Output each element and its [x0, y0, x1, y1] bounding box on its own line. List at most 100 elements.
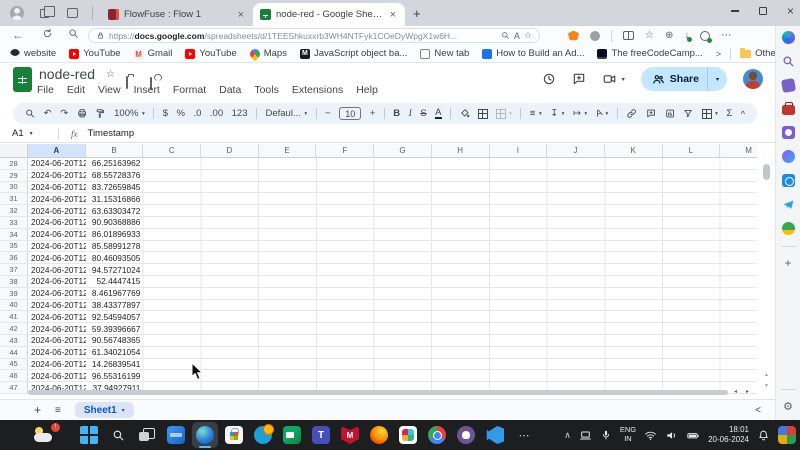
bookmark-item[interactable]: How to Build an Ad...	[482, 48, 584, 59]
taskbar-rewards-icon[interactable]	[250, 422, 276, 448]
add-sidebar-app-icon[interactable]: +	[782, 258, 795, 271]
table-row[interactable]: 332024-06-20T12:290.90368886	[0, 217, 757, 229]
horizontal-scrollbar[interactable]	[28, 390, 728, 396]
decrease-decimals-button[interactable]: .0	[193, 108, 201, 119]
menu-insert[interactable]: Insert	[134, 84, 160, 96]
tab-close-icon[interactable]: ×	[236, 9, 246, 21]
timestamp-cell[interactable]: 2024-06-20T12:2	[28, 264, 86, 275]
row-number-cell[interactable]: 29	[0, 170, 28, 181]
camera-dropdown-icon[interactable]: ▾	[622, 76, 625, 83]
borders-icon[interactable]	[478, 109, 487, 119]
row-number-cell[interactable]: 44	[0, 347, 28, 358]
row-number-cell[interactable]: 32	[0, 205, 28, 216]
spreadsheet-grid[interactable]: 282024-06-20T12:266.25163962292024-06-20…	[0, 158, 757, 394]
paint-format-icon[interactable]	[95, 108, 105, 119]
menu-format[interactable]: Format	[173, 84, 206, 96]
column-header-D[interactable]: D	[201, 144, 259, 157]
collections-icon[interactable]: ⊕	[665, 30, 673, 41]
timestamp-cell[interactable]: 2024-06-20T12:2	[28, 288, 86, 299]
redo-icon[interactable]: ↷	[60, 108, 68, 119]
column-header-J[interactable]: J	[547, 144, 605, 157]
row-number-cell[interactable]: 47	[0, 382, 28, 393]
microphone-tray-icon[interactable]	[600, 429, 612, 441]
timestamp-cell[interactable]: 2024-06-20T12:2	[28, 335, 86, 346]
column-header-I[interactable]: I	[490, 144, 548, 157]
document-title[interactable]: node-red	[39, 66, 95, 82]
taskbar-media-icon[interactable]	[163, 422, 189, 448]
search-sidebar-icon[interactable]	[782, 55, 795, 68]
taskbar-search-icon[interactable]	[105, 422, 131, 448]
value-cell[interactable]: 38.43377897	[86, 300, 144, 311]
bold-button[interactable]: B	[393, 108, 400, 119]
insert-link-icon[interactable]	[626, 108, 637, 119]
meet-camera-icon[interactable]	[602, 72, 617, 86]
insert-comment-icon[interactable]	[646, 108, 656, 119]
row-number-cell[interactable]: 45	[0, 359, 28, 370]
add-sheet-button[interactable]: +	[34, 403, 41, 417]
timestamp-cell[interactable]: 2024-06-20T12:2	[28, 182, 86, 193]
bookmark-item[interactable]: Gmail	[134, 48, 173, 59]
favorite-star-icon[interactable]: ☆	[524, 30, 532, 41]
column-header-B[interactable]: B	[86, 144, 144, 157]
timestamp-cell[interactable]: 2024-06-20T12:2	[28, 193, 86, 204]
browser-profile-icon[interactable]	[10, 6, 24, 20]
menu-tools[interactable]: Tools	[254, 84, 279, 96]
column-header-E[interactable]: E	[259, 144, 317, 157]
value-cell[interactable]: 14.26839541	[86, 359, 144, 370]
nav-search-icon[interactable]	[68, 28, 79, 39]
table-row[interactable]: 382024-06-20T12:252.4447415	[0, 276, 757, 288]
taskbar-more-icon[interactable]: ⋯	[511, 422, 537, 448]
all-sheets-icon[interactable]: ≡	[55, 405, 61, 416]
scroll-up-icon[interactable]: ▲	[764, 372, 769, 378]
table-row[interactable]: 362024-06-20T12:280.46093505	[0, 252, 757, 264]
timestamp-cell[interactable]: 2024-06-20T12:2	[28, 170, 86, 181]
taskbar-start-icon[interactable]	[76, 422, 102, 448]
copilot-sidebar-icon[interactable]	[782, 31, 795, 44]
designer-sidebar-icon[interactable]	[782, 150, 795, 163]
table-row[interactable]: 462024-06-20T12:296.55316199	[0, 370, 757, 382]
bookmark-item[interactable]: Maps	[250, 48, 287, 59]
taskbar-corner-icon[interactable]	[778, 426, 796, 444]
row-number-cell[interactable]: 35	[0, 241, 28, 252]
bookmark-item[interactable]: website	[10, 48, 56, 59]
table-row[interactable]: 292024-06-20T12:268.55728376	[0, 170, 757, 182]
table-row[interactable]: 312024-06-20T12:231.15316866	[0, 193, 757, 205]
column-header-F[interactable]: F	[316, 144, 374, 157]
timestamp-cell[interactable]: 2024-06-20T12:2	[28, 252, 86, 263]
timestamp-cell[interactable]: 2024-06-20T12:2	[28, 241, 86, 252]
menu-file[interactable]: File	[37, 84, 54, 96]
row-number-cell[interactable]: 39	[0, 288, 28, 299]
table-row[interactable]: 282024-06-20T12:266.25163962	[0, 158, 757, 170]
value-cell[interactable]: 92.54594057	[86, 311, 144, 322]
row-number-cell[interactable]: 40	[0, 300, 28, 311]
name-box[interactable]: A1▾	[0, 128, 58, 139]
value-cell[interactable]: 59.39396667	[86, 323, 144, 334]
star-document-icon[interactable]: ☆	[106, 69, 115, 80]
account-avatar[interactable]	[743, 69, 763, 89]
language-indicator[interactable]: ENGIN	[620, 426, 636, 443]
timestamp-cell[interactable]: 2024-06-20T12:2	[28, 300, 86, 311]
address-bar[interactable]: https://docs.google.com/spreadsheets/d/1…	[88, 28, 540, 43]
row-number-cell[interactable]: 28	[0, 158, 28, 169]
table-row[interactable]: 342024-06-20T12:286.01896933	[0, 229, 757, 241]
text-wrap-button[interactable]: ↦	[573, 108, 581, 119]
new-tab-button[interactable]: +	[413, 6, 421, 21]
extension-icon[interactable]	[590, 31, 600, 41]
row-number-cell[interactable]: 41	[0, 311, 28, 322]
metamask-icon[interactable]	[568, 31, 579, 41]
menu-help[interactable]: Help	[356, 84, 378, 96]
value-cell[interactable]: 94.57271024	[86, 264, 144, 275]
format-percent-button[interactable]: %	[177, 108, 185, 119]
wifi-icon[interactable]	[644, 429, 657, 442]
sidebar-settings-icon[interactable]: ⚙	[782, 401, 795, 414]
row-number-cell[interactable]: 30	[0, 182, 28, 193]
value-cell[interactable]: 80.46093505	[86, 252, 144, 263]
zoom-select[interactable]: 100%	[114, 108, 138, 119]
row-number-cell[interactable]: 31	[0, 193, 28, 204]
fill-color-icon[interactable]	[460, 108, 470, 119]
laptop-tray-icon[interactable]	[579, 429, 592, 442]
refresh-button[interactable]	[42, 28, 53, 39]
share-dropdown-icon[interactable]: ▾	[708, 76, 727, 83]
shopping-sidebar-icon[interactable]	[780, 78, 795, 93]
table-row[interactable]: 432024-06-20T12:290.56748365	[0, 335, 757, 347]
